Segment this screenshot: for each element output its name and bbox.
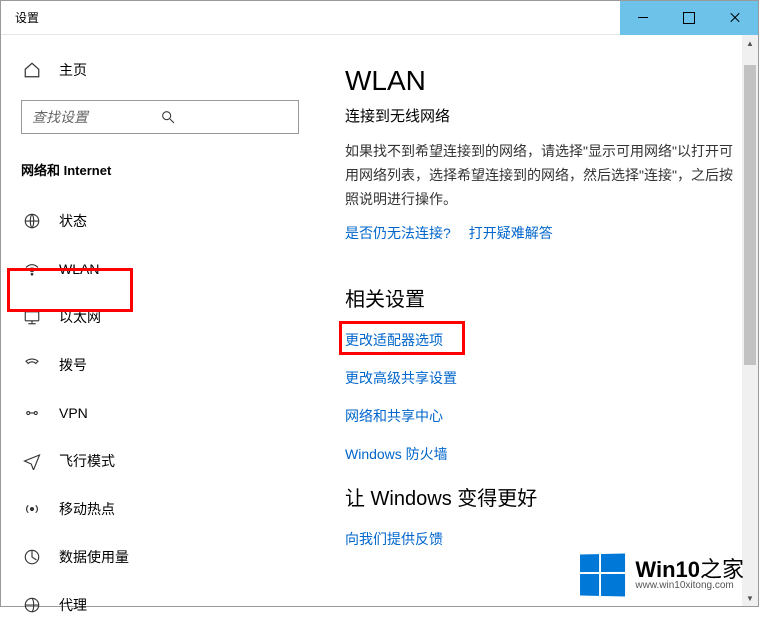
sidebar-item-label: 代理 (59, 595, 87, 615)
airplane-icon (23, 452, 41, 470)
window-title: 设置 (1, 9, 620, 26)
home-icon (23, 61, 41, 79)
search-input[interactable]: 查找设置 (21, 100, 299, 134)
home-link[interactable]: 主页 (21, 60, 301, 80)
main: 主页 查找设置 网络和 Internet 状态 WLAN 以太网 (1, 35, 758, 606)
link-adv-sharing[interactable]: 更改高级共享设置 (345, 368, 457, 388)
sidebar-item-label: WLAN (59, 261, 99, 277)
link-network-center[interactable]: 网络和共享中心 (345, 406, 443, 426)
sidebar-item-ethernet[interactable]: 以太网 (21, 295, 301, 339)
sidebar-item-proxy[interactable]: 代理 (21, 583, 301, 627)
sidebar-item-status[interactable]: 状态 (21, 199, 301, 243)
related-heading: 相关设置 (345, 283, 734, 312)
sidebar-item-vpn[interactable]: VPN (21, 391, 301, 435)
home-label: 主页 (59, 60, 87, 80)
close-button[interactable] (712, 1, 758, 35)
sidebar-item-label: 飞行模式 (59, 451, 115, 471)
feedback-heading: 让 Windows 变得更好 (345, 482, 734, 511)
sidebar-item-label: 移动热点 (59, 499, 115, 519)
page-subtitle: 连接到无线网络 (345, 105, 734, 126)
scroll-down-icon[interactable]: ▼ (742, 590, 758, 606)
vpn-icon (23, 404, 41, 422)
titlebar: 设置 (1, 1, 758, 35)
window-controls (620, 1, 758, 35)
sidebar-section-title: 网络和 Internet (21, 160, 301, 179)
status-icon (23, 212, 41, 230)
scrollbar[interactable]: ▲ ▼ (742, 35, 758, 606)
sidebar-item-label: 拨号 (59, 355, 87, 375)
data-icon (23, 548, 41, 566)
scroll-up-icon[interactable]: ▲ (742, 35, 758, 51)
sidebar-item-hotspot[interactable]: 移动热点 (21, 487, 301, 531)
sidebar-item-datausage[interactable]: 数据使用量 (21, 535, 301, 579)
proxy-icon (23, 596, 41, 614)
link-change-adapter[interactable]: 更改适配器选项 (345, 330, 443, 350)
hotspot-icon (23, 500, 41, 518)
link-firewall[interactable]: Windows 防火墙 (345, 444, 448, 464)
windows-logo-icon (580, 553, 625, 596)
link-still-cannot-connect[interactable]: 是否仍无法连接? (345, 223, 451, 243)
sidebar-item-label: 数据使用量 (59, 547, 129, 567)
sidebar-item-dialup[interactable]: 拨号 (21, 343, 301, 387)
wifi-icon (23, 260, 41, 278)
minimize-button[interactable] (620, 1, 666, 35)
sidebar-item-label: 以太网 (59, 307, 101, 327)
body-text: 如果找不到希望连接到的网络，请选择"显示可用网络"以打开可用网络列表，选择希望连… (345, 140, 734, 211)
content-area: WLAN 连接到无线网络 如果找不到希望连接到的网络，请选择"显示可用网络"以打… (321, 35, 758, 606)
ethernet-icon (23, 308, 41, 326)
link-feedback[interactable]: 向我们提供反馈 (345, 529, 443, 549)
search-placeholder: 查找设置 (32, 107, 160, 127)
sidebar-item-wlan[interactable]: WLAN (21, 247, 301, 291)
watermark-text: Win10之家 www.win10xitong.com (635, 559, 744, 591)
help-links: 是否仍无法连接? 打开疑难解答 (345, 223, 734, 243)
dialup-icon (23, 356, 41, 374)
page-heading: WLAN (345, 65, 734, 97)
maximize-button[interactable] (666, 1, 712, 35)
search-icon (160, 109, 288, 125)
sidebar-item-airplane[interactable]: 飞行模式 (21, 439, 301, 483)
scroll-thumb[interactable] (744, 65, 756, 365)
sidebar: 主页 查找设置 网络和 Internet 状态 WLAN 以太网 (1, 35, 321, 606)
sidebar-item-label: 状态 (59, 211, 87, 231)
link-troubleshoot[interactable]: 打开疑难解答 (469, 223, 553, 243)
sidebar-item-label: VPN (59, 405, 88, 421)
watermark: Win10之家 www.win10xitong.com (579, 554, 744, 596)
